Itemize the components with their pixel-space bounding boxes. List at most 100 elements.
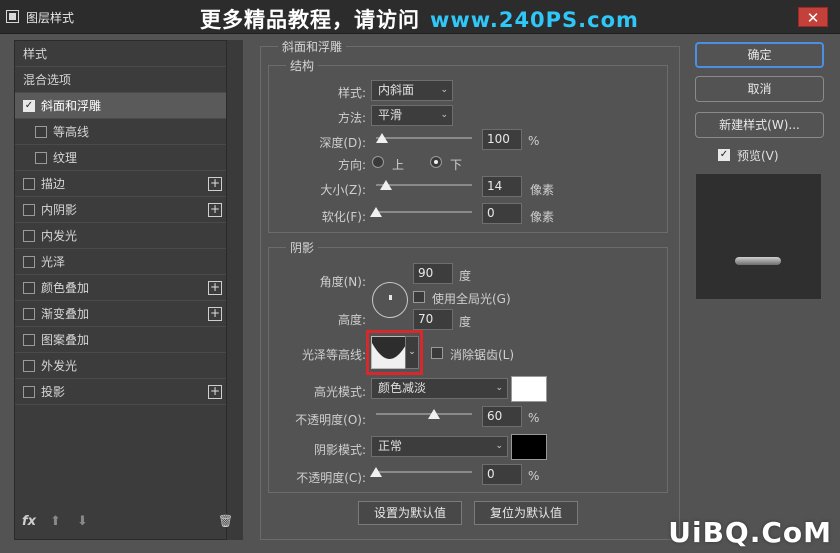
size-input[interactable]: 14 [482, 176, 522, 197]
style-item[interactable]: 内发光 [15, 223, 226, 249]
shadow-mode-select[interactable]: 正常 ⌄ [371, 436, 508, 457]
depth-slider-track[interactable] [376, 137, 472, 139]
style-item[interactable]: 颜色叠加 + [15, 275, 226, 301]
direction-up-label: 上 [392, 158, 405, 172]
move-up-icon[interactable]: ⬆ [50, 514, 61, 529]
style-item[interactable]: ✓ 斜面和浮雕 [15, 93, 226, 119]
depth-slider-thumb[interactable] [375, 133, 388, 143]
depth-input[interactable]: 100 [482, 129, 522, 150]
angle-unit: 度 [459, 269, 472, 283]
style-label: 样式: [337, 86, 366, 100]
angle-dial[interactable] [372, 282, 408, 318]
style-item-checkbox[interactable] [23, 333, 35, 346]
direction-down-radio[interactable] [430, 156, 442, 168]
style-item[interactable]: 光泽 [15, 249, 226, 275]
add-style-plus-icon[interactable]: + [208, 281, 222, 295]
angle-input[interactable]: 90 [413, 263, 453, 284]
style-item[interactable]: 样式 [15, 41, 226, 67]
style-item[interactable]: 等高线 [15, 119, 226, 145]
style-item-label: 样式 [23, 47, 48, 61]
shadow-mode-value: 正常 [378, 439, 403, 453]
global-light-checkbox[interactable] [413, 291, 425, 303]
style-item[interactable]: 外发光 [15, 353, 226, 379]
altitude-input[interactable]: 70 [413, 309, 453, 330]
size-label: 大小(Z): [320, 183, 366, 197]
style-select[interactable]: 内斜面 ⌄ [371, 80, 453, 101]
style-item-checkbox[interactable] [35, 125, 47, 138]
style-item[interactable]: 内阴影 + [15, 197, 226, 223]
highlight-mode-select[interactable]: 颜色减淡 ⌄ [371, 378, 508, 399]
method-select-value: 平滑 [378, 108, 403, 122]
style-item[interactable]: 混合选项 [15, 67, 226, 93]
style-item[interactable]: 投影 + [15, 379, 226, 405]
add-style-plus-icon[interactable]: + [208, 203, 222, 217]
style-item-checkbox[interactable] [23, 281, 35, 294]
angle-indicator [389, 295, 392, 300]
soften-slider-track[interactable] [376, 211, 472, 213]
depth-label: 深度(D): [319, 136, 366, 150]
highlight-opacity-track[interactable] [376, 413, 472, 415]
preview-shape [735, 257, 781, 265]
shadow-mode-label: 阴影模式: [313, 443, 366, 457]
styles-list: 样式混合选项 ✓ 斜面和浮雕等高线纹理 描边 + 内阴影 + 内发光 光泽 颜色叠加 + 渐变叠加 + 图… [15, 41, 226, 441]
highlight-opacity-unit: % [528, 411, 540, 425]
style-item-checkbox[interactable] [23, 177, 35, 190]
chevron-down-icon: ⌄ [440, 110, 448, 120]
cancel-button[interactable]: 取消 [695, 76, 824, 102]
gloss-contour-label: 光泽等高线: [301, 348, 366, 362]
trash-icon[interactable]: 🗑 [218, 514, 233, 528]
add-style-plus-icon[interactable]: + [208, 307, 222, 321]
layer-style-app-icon [6, 10, 19, 23]
add-style-plus-icon[interactable]: + [208, 385, 222, 399]
style-item-label: 投影 [41, 385, 66, 399]
new-style-button[interactable]: 新建样式(W)... [695, 112, 824, 138]
size-slider-thumb[interactable] [379, 180, 392, 190]
add-style-plus-icon[interactable]: + [208, 177, 222, 191]
make-default-button[interactable]: 设置为默认值 [358, 501, 462, 525]
move-down-icon[interactable]: ⬇ [77, 514, 88, 529]
style-select-value: 内斜面 [378, 83, 415, 97]
close-button[interactable]: ✕ [798, 7, 828, 27]
highlight-opacity-thumb[interactable] [427, 409, 440, 419]
shadow-opacity-thumb[interactable] [370, 467, 382, 477]
highlight-color-swatch[interactable] [511, 376, 547, 402]
method-select[interactable]: 平滑 ⌄ [371, 105, 453, 126]
style-item-checkbox[interactable] [23, 229, 35, 242]
style-item[interactable]: 描边 + [15, 171, 226, 197]
style-item[interactable]: 渐变叠加 + [15, 301, 226, 327]
chevron-down-icon: ⌄ [440, 85, 448, 95]
style-item-label: 渐变叠加 [41, 307, 90, 321]
ok-button[interactable]: 确定 [695, 42, 824, 68]
fx-icon[interactable]: fx [22, 514, 36, 529]
shading-title: 阴影 [286, 239, 319, 256]
shadow-opacity-track[interactable] [376, 471, 472, 473]
anti-alias-checkbox[interactable] [431, 347, 443, 359]
styles-list-scrollbar[interactable] [226, 40, 243, 540]
direction-up-radio[interactable] [372, 156, 384, 168]
shadow-color-swatch[interactable] [511, 434, 547, 460]
style-item[interactable]: 纹理 [15, 145, 226, 171]
highlight-opacity-input[interactable]: 60 [482, 406, 522, 427]
method-label: 方法: [337, 111, 366, 125]
style-item[interactable]: 图案叠加 [15, 327, 226, 353]
window-title: 图层样式 [26, 11, 75, 25]
highlight-mode-label: 高光模式: [313, 385, 366, 399]
preview-checkbox[interactable]: ✓ [718, 149, 730, 161]
style-item-label: 等高线 [53, 125, 90, 139]
preview-label: 预览(V) [737, 149, 779, 163]
soften-input[interactable]: 0 [482, 203, 522, 224]
style-item-label: 外发光 [41, 359, 78, 373]
style-item-checkbox[interactable] [23, 359, 35, 372]
structure-title: 结构 [286, 57, 319, 74]
style-item-checkbox[interactable] [23, 385, 35, 398]
reset-default-button[interactable]: 复位为默认值 [474, 501, 578, 525]
style-item-checkbox[interactable]: ✓ [23, 99, 35, 112]
style-item-checkbox[interactable] [23, 203, 35, 216]
style-item-label: 斜面和浮雕 [41, 99, 102, 113]
shadow-opacity-input[interactable]: 0 [482, 464, 522, 485]
style-item-checkbox[interactable] [23, 255, 35, 268]
soften-slider-thumb[interactable] [370, 207, 382, 217]
style-item-checkbox[interactable] [23, 307, 35, 320]
style-item-checkbox[interactable] [35, 151, 47, 164]
anti-alias-label: 消除锯齿(L) [450, 348, 515, 362]
